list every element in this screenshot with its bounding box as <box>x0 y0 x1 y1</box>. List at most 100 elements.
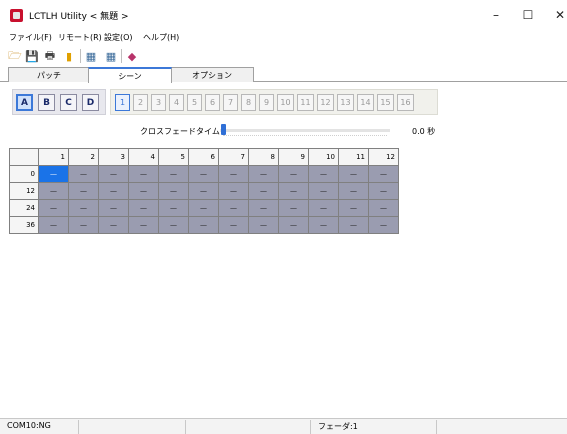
tab-patch[interactable]: パッチ <box>8 67 90 82</box>
grid-row-header[interactable]: 24 <box>10 200 39 217</box>
scene-button-14[interactable]: 14 <box>357 94 374 111</box>
grid-row-header[interactable]: 36 <box>10 217 39 234</box>
crossfade-thumb[interactable] <box>221 124 226 135</box>
grid-cell[interactable]: — <box>69 183 99 200</box>
grid-column-header[interactable]: 7 <box>219 149 249 166</box>
scene-button-7[interactable]: 7 <box>223 94 238 111</box>
grid-cell[interactable]: — <box>309 217 339 234</box>
grid-cell[interactable]: — <box>99 217 129 234</box>
grid-cell[interactable]: — <box>159 217 189 234</box>
tab-scene[interactable]: シーン <box>88 67 172 83</box>
scene-button-9[interactable]: 9 <box>259 94 274 111</box>
scene-button-2[interactable]: 2 <box>133 94 148 111</box>
palette-icon[interactable]: ◆ <box>124 48 140 64</box>
grid-cell[interactable]: — <box>279 166 309 183</box>
grid-cell[interactable]: — <box>129 183 159 200</box>
scene-button-13[interactable]: 13 <box>337 94 354 111</box>
menu-help[interactable]: ヘルプ(H) <box>143 32 179 43</box>
tab-options[interactable]: オプション <box>170 67 254 82</box>
grid-column-header[interactable]: 5 <box>159 149 189 166</box>
grid-row-header[interactable]: 12 <box>10 183 39 200</box>
grid-cell[interactable]: — <box>99 183 129 200</box>
grid-cell[interactable]: — <box>129 200 159 217</box>
grid-cell[interactable]: — <box>279 183 309 200</box>
grid-column-header[interactable]: 8 <box>249 149 279 166</box>
grid-column-header[interactable]: 1 <box>39 149 69 166</box>
grid-cell[interactable]: — <box>219 183 249 200</box>
grid-cell[interactable]: — <box>279 200 309 217</box>
grid-cell[interactable]: — <box>159 200 189 217</box>
scene-button-3[interactable]: 3 <box>151 94 166 111</box>
grid-cell[interactable]: — <box>69 217 99 234</box>
grid-column-header[interactable]: 10 <box>309 149 339 166</box>
maximize-button[interactable]: ☐ <box>510 4 546 26</box>
grid-row-header[interactable]: 0 <box>10 166 39 183</box>
grid-cell[interactable]: — <box>39 200 69 217</box>
scene-button-1[interactable]: 1 <box>115 94 130 111</box>
grid-cell[interactable]: — <box>339 166 369 183</box>
grid-cell[interactable]: — <box>99 166 129 183</box>
crossfade-slider[interactable] <box>220 124 390 136</box>
grid-cell[interactable]: — <box>189 217 219 234</box>
grid-cell[interactable]: — <box>249 183 279 200</box>
grid-cell[interactable]: — <box>309 200 339 217</box>
save-icon[interactable]: 💾 <box>24 48 40 64</box>
grid-cell[interactable]: — <box>159 166 189 183</box>
grid-cell[interactable]: — <box>369 217 399 234</box>
scene-button-15[interactable]: 15 <box>377 94 394 111</box>
scene-button-4[interactable]: 4 <box>169 94 184 111</box>
grid-column-header[interactable]: 11 <box>339 149 369 166</box>
scene-button-11[interactable]: 11 <box>297 94 314 111</box>
minimize-button[interactable]: – <box>478 4 514 26</box>
grid-cell[interactable]: — <box>189 166 219 183</box>
grid-cell[interactable]: — <box>219 217 249 234</box>
scene-button-12[interactable]: 12 <box>317 94 334 111</box>
bank-button-b[interactable]: B <box>38 94 55 111</box>
grid-cell[interactable]: — <box>249 217 279 234</box>
grid-cell[interactable]: — <box>129 166 159 183</box>
menu-settings[interactable]: 設定(O) <box>104 32 133 43</box>
grid-cell[interactable]: — <box>249 166 279 183</box>
grid-cell[interactable]: — <box>39 183 69 200</box>
bank-button-c[interactable]: C <box>60 94 77 111</box>
scene-button-8[interactable]: 8 <box>241 94 256 111</box>
menu-remote[interactable]: リモート(R) <box>58 32 102 43</box>
grid-cell[interactable]: — <box>39 166 69 183</box>
grid-cell[interactable]: — <box>189 183 219 200</box>
grid-cell[interactable]: — <box>279 217 309 234</box>
grid-cell[interactable]: — <box>309 183 339 200</box>
scene-button-5[interactable]: 5 <box>187 94 202 111</box>
grid-cell[interactable]: — <box>339 183 369 200</box>
grid-copy-icon[interactable]: ▦ <box>83 48 99 64</box>
bank-button-a[interactable]: A <box>16 94 33 111</box>
grid-cell[interactable]: — <box>69 166 99 183</box>
grid-column-header[interactable]: 2 <box>69 149 99 166</box>
grid-column-header[interactable]: 9 <box>279 149 309 166</box>
grid-cell[interactable]: — <box>339 217 369 234</box>
bank-button-d[interactable]: D <box>82 94 99 111</box>
grid-cell[interactable]: — <box>369 166 399 183</box>
grid-cell[interactable]: — <box>39 217 69 234</box>
grid-cell[interactable]: — <box>369 183 399 200</box>
grid-cell[interactable]: — <box>339 200 369 217</box>
grid-cell[interactable]: — <box>99 200 129 217</box>
grid-cell[interactable]: — <box>129 217 159 234</box>
grid-cell[interactable]: — <box>369 200 399 217</box>
print-icon[interactable]: 🖶 <box>42 48 58 64</box>
menu-file[interactable]: ファイル(F) <box>9 32 52 43</box>
grid-cell[interactable]: — <box>189 200 219 217</box>
grid-cell[interactable]: — <box>219 166 249 183</box>
open-folder-icon[interactable]: 🗁 <box>7 48 23 64</box>
scene-button-6[interactable]: 6 <box>205 94 220 111</box>
grid-cell[interactable]: — <box>219 200 249 217</box>
grid-column-header[interactable]: 3 <box>99 149 129 166</box>
grid-cell[interactable]: — <box>249 200 279 217</box>
scene-button-10[interactable]: 10 <box>277 94 294 111</box>
grid-column-header[interactable]: 4 <box>129 149 159 166</box>
scene-button-16[interactable]: 16 <box>397 94 414 111</box>
grid-paste-icon[interactable]: ▦ <box>103 48 119 64</box>
grid-column-header[interactable]: 6 <box>189 149 219 166</box>
grid-column-header[interactable]: 12 <box>369 149 399 166</box>
close-button[interactable]: ✕ <box>542 4 567 26</box>
grid-cell[interactable]: — <box>159 183 189 200</box>
